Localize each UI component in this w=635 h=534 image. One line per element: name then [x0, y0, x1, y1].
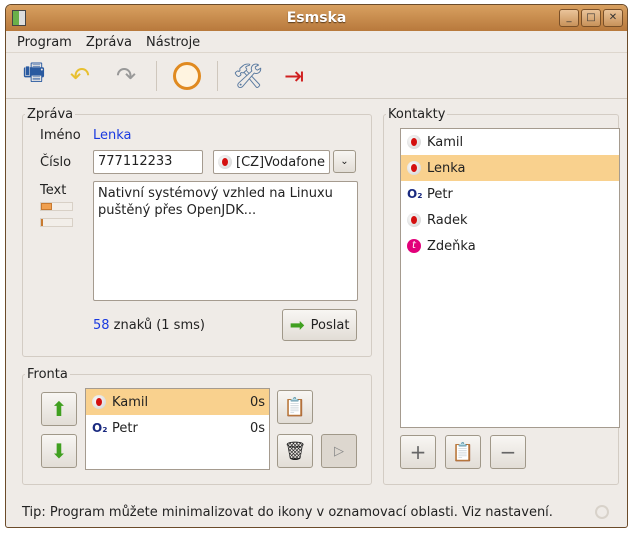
window-title: Esmska [286, 10, 347, 26]
queue-item[interactable]: Kamil 0s [86, 389, 269, 415]
edit-contact-button[interactable]: 📋 [445, 435, 481, 469]
toolbar-separator [156, 60, 157, 91]
char-count-text: znaků (1 sms) [109, 318, 205, 333]
char-count-number: 58 [93, 318, 110, 333]
o2-icon: O₂ [407, 187, 423, 201]
title-bar: Esmska _ □ ✕ [6, 5, 627, 31]
contact-item[interactable]: Kamil [401, 129, 619, 155]
contact-item[interactable]: t Zdeňka [401, 233, 619, 259]
settings-icon[interactable]: 🛠 [232, 60, 264, 92]
queue-legend: Fronta [27, 367, 68, 382]
char-count: 58 znaků (1 sms) [93, 318, 205, 333]
name-value: Lenka [93, 128, 132, 143]
clipboard-icon: 📋 [283, 396, 307, 418]
quit-icon[interactable]: ⇥ [278, 60, 310, 92]
name-label: Iméno [40, 128, 81, 143]
menu-bar: Program Zpráva Nástroje [6, 31, 627, 53]
queue-edit-button[interactable]: 📋 [277, 390, 313, 424]
send-label: Poslat [310, 317, 350, 333]
menu-program[interactable]: Program [17, 35, 72, 50]
toolbar-separator [217, 60, 218, 91]
queue-delete-button[interactable]: 🗑 [277, 434, 313, 468]
undo-icon[interactable]: ↶ [64, 60, 96, 92]
remove-contact-button[interactable]: − [490, 435, 526, 469]
message-text-area[interactable]: Nativní systémový vzhled na Linuxu puště… [93, 181, 358, 301]
history-icon[interactable] [171, 60, 203, 92]
toolbar: 🖷 ↶ ↷ 🛠 ⇥ [6, 53, 627, 99]
clipboard-icon: 📋 [451, 441, 475, 463]
contact-item[interactable]: Radek [401, 207, 619, 233]
status-bar: Tip: Program můžete minimalizovat do iko… [6, 497, 627, 527]
contact-item[interactable]: O₂ Petr [401, 181, 619, 207]
number-input[interactable]: 777112233 [93, 150, 203, 174]
tmobile-icon: t [407, 239, 421, 253]
add-contact-button[interactable]: + [400, 435, 436, 469]
queue-down-button[interactable]: ⬇ [41, 434, 77, 468]
send-arrow-icon: ➡ [289, 314, 305, 336]
contact-name: Lenka [427, 160, 466, 176]
menu-nastroje[interactable]: Nástroje [146, 35, 200, 50]
vodafone-icon [407, 213, 421, 227]
queue-item-name: Petr [112, 420, 138, 436]
main-window: Esmska _ □ ✕ Program Zpráva Nástroje 🖷 ↶… [5, 4, 628, 528]
queue-item-time: 0s [249, 394, 265, 410]
operator-select[interactable]: [CZ]Vodafone [213, 150, 330, 174]
shredder-icon: 🗑 [283, 440, 307, 462]
menu-zprava[interactable]: Zpráva [86, 35, 132, 50]
total-progress [40, 218, 73, 227]
contact-name: Radek [427, 212, 468, 228]
queue-item-name: Kamil [112, 394, 149, 410]
minimize-button[interactable]: _ [559, 9, 579, 27]
send-button[interactable]: ➡ Poslat [282, 309, 357, 341]
minus-icon: − [499, 440, 517, 464]
redo-icon[interactable]: ↷ [110, 60, 142, 92]
contact-name: Kamil [427, 134, 464, 150]
maximize-button[interactable]: □ [581, 9, 601, 27]
sms-progress [40, 202, 73, 211]
compose-icon[interactable]: 🖷 [18, 58, 50, 92]
operator-value: [CZ]Vodafone [236, 154, 325, 170]
vodafone-icon [407, 135, 421, 149]
contacts-list: Kamil Lenka O₂ Petr Radek t Zdeňka [400, 128, 620, 428]
queue-item-time: 0s [249, 420, 265, 436]
vodafone-icon [407, 161, 421, 175]
message-legend: Zpráva [27, 107, 74, 122]
queue-pause-button[interactable]: ▷ [321, 434, 357, 468]
contact-item[interactable]: Lenka [401, 155, 619, 181]
queue-up-button[interactable]: ⬆ [41, 392, 77, 426]
queue-list: Kamil 0s O₂ Petr 0s [85, 388, 270, 470]
o2-icon: O₂ [92, 421, 108, 435]
status-tip: Tip: Program můžete minimalizovat do iko… [22, 505, 553, 520]
operator-dropdown-button[interactable]: ⌄ [333, 150, 356, 173]
text-label: Text [40, 183, 67, 198]
queue-item[interactable]: O₂ Petr 0s [86, 415, 269, 441]
close-button[interactable]: ✕ [603, 9, 623, 27]
vodafone-icon [92, 395, 106, 409]
contact-name: Petr [427, 186, 453, 202]
vodafone-icon [218, 155, 232, 169]
activity-indicator-icon [595, 505, 609, 519]
number-label: Číslo [40, 155, 72, 170]
contacts-legend: Kontakty [388, 107, 446, 122]
plus-icon: + [409, 440, 427, 464]
contact-name: Zdeňka [427, 238, 476, 254]
play-icon: ▷ [334, 443, 344, 459]
